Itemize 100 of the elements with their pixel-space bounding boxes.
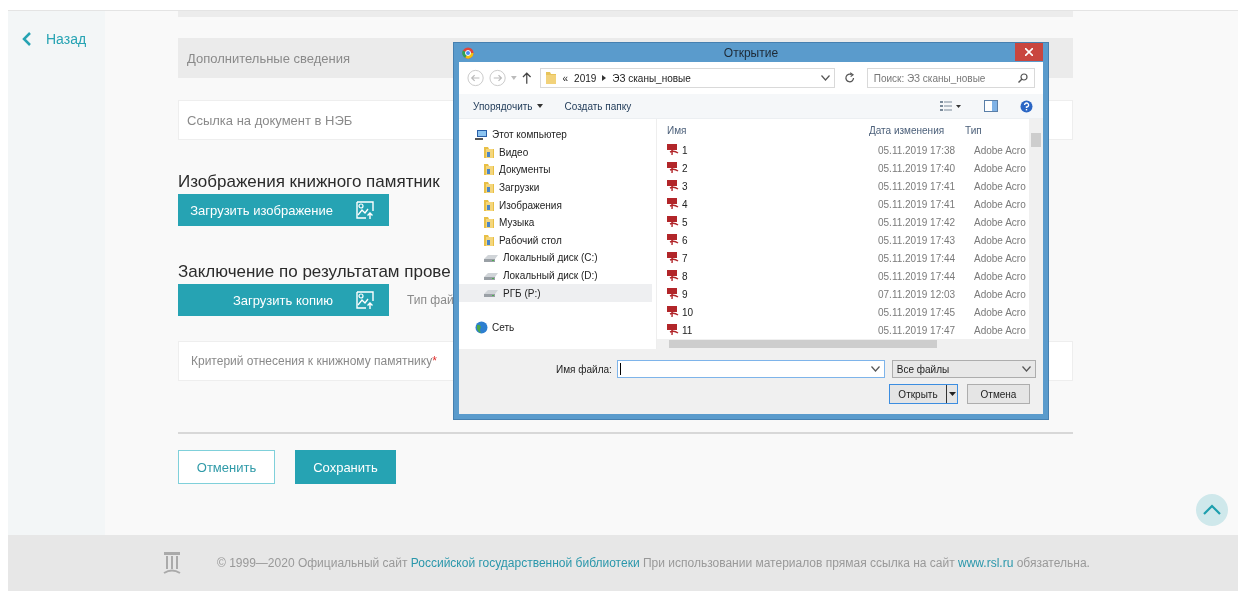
file-name[interactable]: 5 <box>657 216 869 228</box>
folder-icon <box>483 233 495 247</box>
file-date: 05.11.2019 17:44 <box>878 270 957 282</box>
file-date: 05.11.2019 17:45 <box>878 306 957 318</box>
nav-tree-item[interactable]: РГБ (P:) <box>459 284 652 302</box>
pdf-document-icon <box>667 234 679 246</box>
nav-tree-item[interactable]: Загрузки <box>459 178 544 197</box>
nav-tree-item[interactable]: Локальный диск (D:) <box>459 266 602 285</box>
folder-icon <box>544 71 557 85</box>
nav-tree-item[interactable]: Видео <box>459 143 533 162</box>
folder-icon <box>483 145 495 159</box>
file-name[interactable]: 7 <box>657 252 869 264</box>
chevron-down-icon[interactable] <box>821 75 831 81</box>
pdf-document-icon <box>667 198 679 210</box>
library-logo-icon <box>163 551 181 575</box>
file-type: Adobe Acro <box>974 144 1027 156</box>
file-date: 05.11.2019 17:47 <box>878 324 957 336</box>
file-name[interactable]: 9 <box>657 288 869 300</box>
file-name[interactable]: 3 <box>657 180 869 192</box>
pdf-document-icon <box>667 252 679 264</box>
nav-tree-item[interactable]: Документы <box>459 161 555 179</box>
browser-logo-icon <box>462 46 474 59</box>
close-icon <box>1025 47 1033 56</box>
file-type: Adobe Acro <box>974 234 1027 246</box>
file-date: 07.11.2019 12:03 <box>878 288 957 300</box>
file-date: 05.11.2019 17:41 <box>878 198 957 210</box>
path-segment[interactable]: ЭЗ сканы_новые <box>612 72 691 84</box>
file-date: 05.11.2019 17:44 <box>878 252 957 264</box>
nav-tree-item[interactable]: Рабочий стол <box>459 231 566 250</box>
pdf-document-icon <box>667 270 679 282</box>
folder-icon <box>483 163 495 177</box>
pdf-document-icon <box>667 288 679 300</box>
caret-down-icon <box>948 392 956 396</box>
chevron-left-icon <box>22 32 32 46</box>
file-type: Adobe Acro <box>974 216 1027 228</box>
refresh-button[interactable] <box>844 72 856 84</box>
new-folder-button[interactable]: Создать папку <box>564 100 632 112</box>
pdf-document-icon <box>667 180 679 192</box>
file-type: Adobe Acro <box>974 270 1027 282</box>
image-upload-icon <box>355 200 375 220</box>
column-header[interactable]: Дата изменения <box>869 124 965 136</box>
file-date: 05.11.2019 17:41 <box>878 180 957 192</box>
folder-icon <box>483 216 495 230</box>
pdf-document-icon <box>667 306 679 318</box>
folder-icon <box>483 181 495 195</box>
up-arrow-button[interactable] <box>522 72 532 84</box>
drive-icon <box>483 288 499 299</box>
file-name[interactable]: 11 <box>657 324 869 336</box>
file-type: Adobe Acro <box>974 288 1027 300</box>
file-name[interactable]: 2 <box>657 162 869 174</box>
drive-icon <box>483 252 499 263</box>
drive-icon <box>483 270 499 281</box>
help-icon[interactable] <box>1020 99 1033 113</box>
horizontal-scrollbar[interactable] <box>657 339 1043 349</box>
nav-tree-item[interactable]: Изображения <box>459 196 566 214</box>
file-name[interactable]: 10 <box>657 306 869 318</box>
nav-tree-item[interactable]: Музыка <box>459 213 539 232</box>
file-type: Adobe Acro <box>974 180 1027 192</box>
nav-tree-item[interactable]: Локальный диск (C:) <box>459 249 602 267</box>
chevron-down-icon <box>1021 366 1031 372</box>
file-type: Adobe Acro <box>974 198 1027 210</box>
chevron-up-icon <box>1202 504 1222 516</box>
folder-icon <box>483 198 495 212</box>
file-date: 05.11.2019 17:43 <box>878 234 957 246</box>
file-name-field[interactable] <box>616 360 885 378</box>
path-separator-icon <box>602 75 607 81</box>
address-bar[interactable]: « 2019 ЭЗ сканы_новые <box>539 68 836 88</box>
cancel-dialog-button[interactable]: Отмена <box>967 384 1030 404</box>
footer-text: © 1999—2020 Официальный сайт Российской государственной библиотеки При использовании материалов прямая ссылка на сайт www.rsl.ru обязательна. <box>217 556 1090 570</box>
file-name[interactable]: 8 <box>657 270 869 282</box>
preview-pane-icon[interactable] <box>984 100 998 112</box>
vertical-scrollbar[interactable] <box>1029 119 1043 339</box>
open-button[interactable]: Открыть <box>889 384 958 404</box>
computer-icon <box>475 128 488 141</box>
file-type-dropdown[interactable]: Все файлы <box>891 360 1036 378</box>
organize-menu[interactable]: Упорядочить <box>473 100 543 112</box>
file-date: 05.11.2019 17:38 <box>878 144 957 156</box>
pdf-document-icon <box>667 144 679 156</box>
close-button[interactable] <box>1015 42 1043 61</box>
section-heading: Заключение по результатам прове <box>178 262 451 282</box>
file-name[interactable]: 1 <box>657 144 869 156</box>
search-field[interactable]: Поиск: ЭЗ сканы_новые <box>866 68 1035 88</box>
file-name-label: Имя файла: <box>556 363 612 375</box>
file-date: 05.11.2019 17:40 <box>878 162 957 174</box>
column-header[interactable]: Имя <box>657 124 869 136</box>
file-name[interactable]: 4 <box>657 198 869 210</box>
globe-icon <box>475 321 488 335</box>
path-segment[interactable]: 2019 <box>574 72 597 84</box>
column-header[interactable]: Тип <box>965 124 1020 136</box>
pdf-document-icon <box>667 324 679 336</box>
view-options-icon[interactable] <box>940 101 962 111</box>
path-overflow[interactable]: « <box>562 72 569 84</box>
image-upload-icon <box>355 290 375 310</box>
dialog-title: Открытие <box>723 45 779 60</box>
nav-tree-item[interactable]: Сеть <box>459 318 519 337</box>
nav-tree-item[interactable]: Этот компьютер <box>459 126 571 144</box>
file-date: 05.11.2019 17:42 <box>878 216 957 228</box>
chevron-down-icon[interactable] <box>870 366 880 372</box>
pdf-document-icon <box>667 162 679 174</box>
file-name[interactable]: 6 <box>657 234 869 246</box>
